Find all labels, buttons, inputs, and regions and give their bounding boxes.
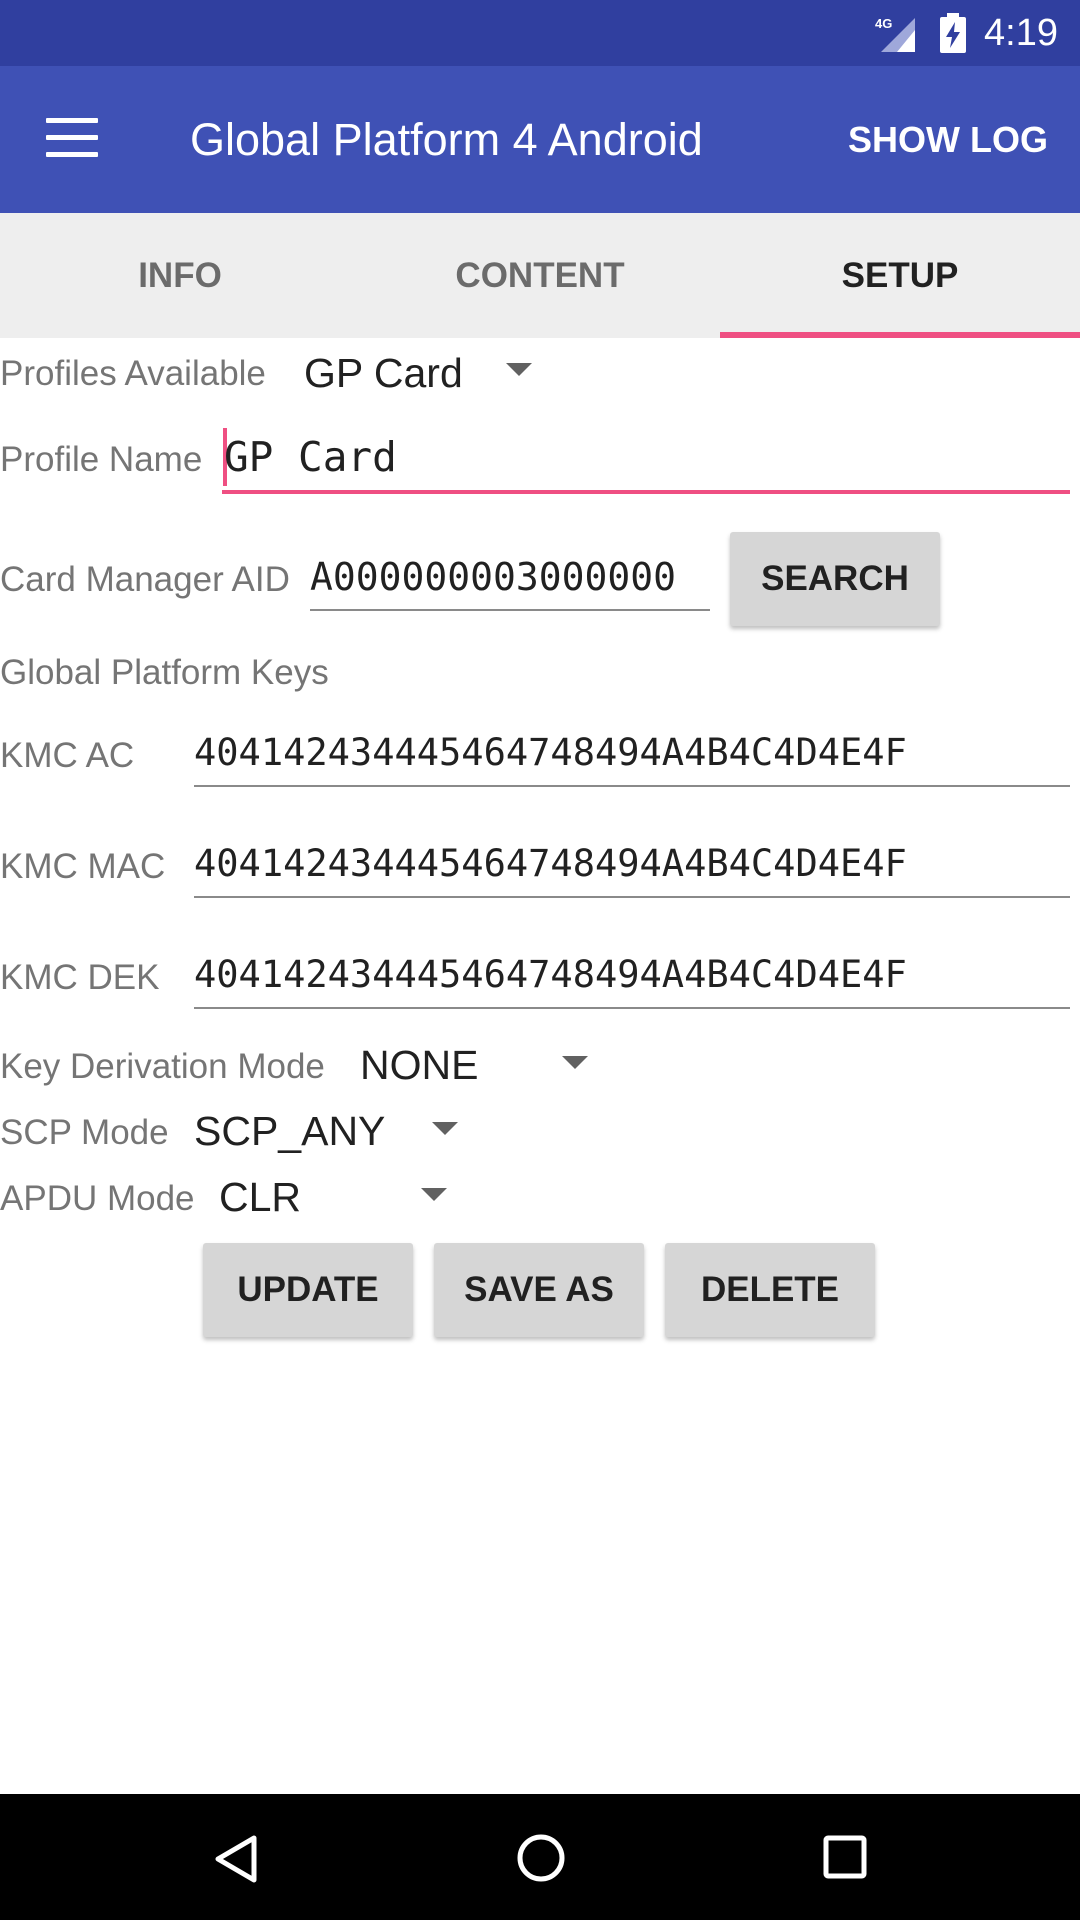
battery-charging-icon	[940, 13, 966, 53]
navigation-bar	[0, 1794, 1080, 1920]
kmc-dek-field[interactable]: 404142434445464748494A4B4C4D4E4F	[194, 948, 1070, 1010]
key-derivation-mode-value: NONE	[360, 1042, 479, 1088]
kmc-dek-label: KMC DEK	[0, 958, 160, 997]
key-derivation-mode-label: Key Derivation Mode	[0, 1047, 325, 1086]
kmc-mac-value: 404142434445464748494A4B4C4D4E4F	[194, 842, 907, 885]
delete-button[interactable]: DELETE	[665, 1243, 875, 1337]
kmc-dek-underline	[194, 1007, 1070, 1009]
kmc-ac-field[interactable]: 404142434445464748494A4B4C4D4E4F	[194, 726, 1070, 788]
global-platform-keys-heading: Global Platform Keys	[0, 653, 329, 692]
app-bar: Global Platform 4 Android SHOW LOG	[0, 66, 1080, 213]
chevron-down-icon	[562, 1056, 588, 1069]
home-icon[interactable]	[515, 1832, 567, 1884]
tab-content[interactable]: CONTENT	[360, 213, 720, 338]
scp-mode-value: SCP_ANY	[194, 1108, 386, 1154]
status-time: 4:19	[984, 12, 1058, 54]
kmc-ac-label: KMC AC	[0, 736, 135, 775]
apdu-mode-label: APDU Mode	[0, 1179, 195, 1218]
tab-setup[interactable]: SETUP	[720, 213, 1080, 338]
back-icon[interactable]	[212, 1834, 260, 1884]
show-log-button[interactable]: SHOW LOG	[848, 116, 1048, 164]
search-button[interactable]: SEARCH	[730, 532, 940, 626]
recents-icon[interactable]	[822, 1834, 868, 1880]
tab-selected-indicator	[720, 332, 1080, 338]
chevron-down-icon	[432, 1122, 458, 1135]
kmc-mac-field[interactable]: 404142434445464748494A4B4C4D4E4F	[194, 837, 1070, 899]
chevron-down-icon	[506, 363, 532, 376]
profile-name-label: Profile Name	[0, 440, 203, 479]
apdu-mode-value: CLR	[219, 1174, 302, 1220]
hamburger-menu-icon[interactable]	[46, 118, 98, 158]
key-derivation-mode-dropdown[interactable]: NONE	[356, 1036, 596, 1096]
kmc-ac-value: 404142434445464748494A4B4C4D4E4F	[194, 731, 907, 774]
update-button[interactable]: UPDATE	[203, 1243, 413, 1337]
apdu-mode-dropdown[interactable]: CLR	[215, 1168, 455, 1228]
profiles-available-label: Profiles Available	[0, 354, 266, 393]
tab-bar: INFO CONTENT SETUP	[0, 213, 1080, 338]
kmc-mac-label: KMC MAC	[0, 847, 166, 886]
card-manager-aid-underline	[310, 609, 710, 611]
save-as-button[interactable]: SAVE AS	[434, 1243, 644, 1337]
card-manager-aid-label: Card Manager AID	[0, 560, 290, 599]
card-manager-aid-value: A000000003000000	[310, 555, 677, 599]
card-manager-aid-field[interactable]: A000000003000000	[310, 550, 710, 612]
profile-name-underline	[222, 490, 1070, 494]
profiles-available-dropdown[interactable]: GP Card	[300, 340, 540, 404]
tab-info[interactable]: INFO	[0, 213, 360, 338]
status-bar: 4G 4:19	[0, 0, 1080, 66]
kmc-dek-value: 404142434445464748494A4B4C4D4E4F	[194, 953, 907, 996]
kmc-mac-underline	[194, 896, 1070, 898]
signal-4g-icon: 4G	[875, 16, 915, 52]
profiles-available-value: GP Card	[304, 350, 463, 396]
scp-mode-dropdown[interactable]: SCP_ANY	[190, 1102, 470, 1162]
kmc-ac-underline	[194, 785, 1070, 787]
app-title: Global Platform 4 Android	[190, 114, 703, 165]
profile-name-field[interactable]: GP Card	[222, 424, 1070, 494]
profile-name-value: GP Card	[224, 433, 397, 481]
svg-text:4G: 4G	[875, 16, 892, 31]
scp-mode-label: SCP Mode	[0, 1113, 169, 1152]
chevron-down-icon	[421, 1188, 447, 1201]
